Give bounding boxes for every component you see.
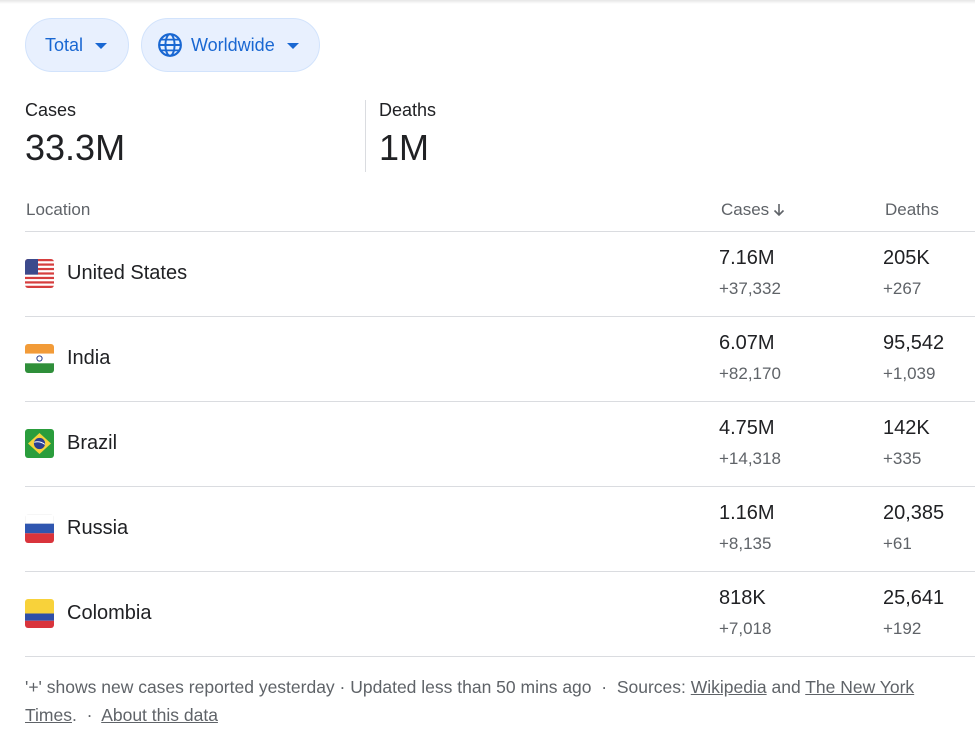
cases-new: +82,170 [719,364,781,383]
table-bottom-divider [25,656,975,657]
deaths-new: +267 [883,279,922,298]
location-name: Russia [67,517,129,539]
deaths-value: 142K [883,417,930,439]
separator: · [591,677,617,697]
arrow-down-icon [774,204,785,217]
us-flag-icon [25,259,54,288]
cases-value: 6.07M [719,332,775,354]
table-row[interactable]: United States 7.16M +37,332 205K +267 [25,231,975,316]
updated-text: Updated less than 50 mins ago [350,677,592,697]
deaths-value: 95,542 [883,332,945,354]
top-shadow [0,0,975,4]
table-row[interactable]: Russia 1.16M +8,135 20,385 +61 [25,486,975,571]
cases-value: 1.16M [719,502,775,524]
location-column-header: Location [26,200,91,219]
deaths-new: +1,039 [883,364,936,383]
cases-new: +37,332 [719,279,781,298]
new-cases-note: '+' shows new cases reported yesterday [25,677,335,697]
metric-filter-label: Total [45,34,84,55]
deaths-new: +192 [883,619,922,638]
caret-down-icon [95,43,108,49]
region-filter-chip[interactable]: Worldwide [141,18,320,72]
location-name: United States [67,262,188,284]
separator: · [76,705,102,725]
location-name: Colombia [67,602,152,624]
region-filter-label: Worldwide [191,34,275,55]
about-data-link[interactable]: About this data [101,705,218,725]
table-row[interactable]: India 6.07M +82,170 95,542 +1,039 [25,316,975,401]
stat-divider [365,100,366,172]
deaths-column-header[interactable]: Deaths [885,200,939,220]
total-cases-value: 33.3M [25,127,126,168]
wikipedia-link[interactable]: Wikipedia [691,677,767,697]
caret-down-icon [286,43,299,49]
deaths-new: +61 [883,534,912,553]
table-row[interactable]: Colombia 818K +7,018 25,641 +192 [25,571,975,656]
deaths-value: 25,641 [883,587,945,609]
deaths-value: 205K [883,247,930,269]
brazil-flag-icon [25,429,54,458]
sources-label: Sources: [616,677,691,697]
total-cases-stat: Cases 33.3M [25,100,125,169]
cases-new: +14,318 [719,449,781,468]
cases-value: 818K [719,587,766,609]
total-deaths-label: Deaths [379,100,437,120]
globe-icon [158,33,182,57]
cases-new: +8,135 [719,534,772,553]
colombia-flag-icon [25,599,54,628]
russia-flag-icon [25,514,54,543]
total-deaths-value: 1M [379,127,430,168]
and-text: and [766,677,806,697]
cases-value: 7.16M [719,247,775,269]
deaths-value: 20,385 [883,502,945,524]
table-row[interactable]: Brazil 4.75M +14,318 142K +335 [25,401,975,486]
separator: · [334,677,351,697]
total-cases-label: Cases [25,100,77,120]
cases-value: 4.75M [719,417,775,439]
location-name: India [67,347,111,369]
cases-column-header[interactable]: Cases [721,200,786,220]
india-flag-icon [25,344,54,373]
location-name: Brazil [67,432,118,454]
cases-column-label: Cases [721,200,770,219]
deaths-new: +335 [883,449,922,468]
metric-filter-chip[interactable]: Total [25,18,129,72]
total-deaths-stat: Deaths 1M [379,100,436,169]
cases-new: +7,018 [719,619,772,638]
footer-note: '+' shows new cases reported yesterday ·… [25,673,955,729]
